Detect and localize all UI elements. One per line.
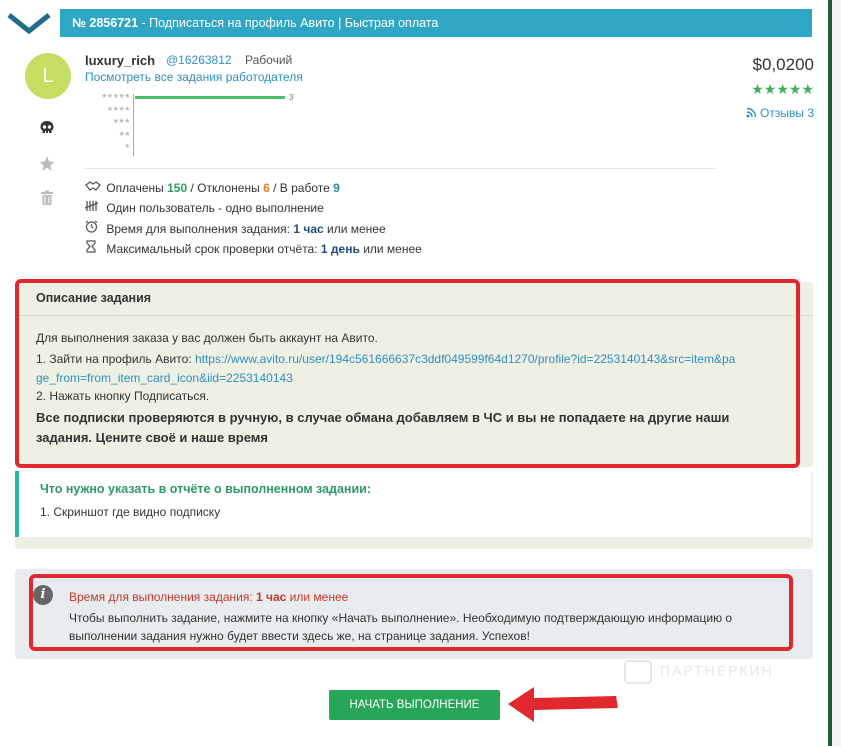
reviews-label: Отзывы 3: [760, 106, 814, 120]
in-work-count: 9: [333, 181, 340, 195]
report-title: Что нужно указать в отчёте о выполненном…: [40, 482, 372, 496]
start-task-button[interactable]: НАЧАТЬ ВЫПОЛНЕНИЕ: [329, 690, 500, 720]
watermark-text: ПАРТНЕРКИН: [660, 662, 774, 679]
employer-name[interactable]: luxury_rich: [85, 53, 155, 68]
hourglass-icon: [85, 240, 103, 256]
rating-row-bar: [135, 96, 285, 99]
scroll-strip: [832, 0, 841, 746]
view-employer-tasks-link[interactable]: Посмотреть все задания работодателя: [85, 70, 303, 84]
rating-row: ★★★★: [88, 105, 308, 116]
chevron-down-icon: [7, 13, 51, 35]
highlight-frame: [29, 574, 793, 651]
task-title: № 2856721 - Подписаться на профиль Авито…: [72, 16, 438, 30]
arrow-annotation: [508, 687, 618, 722]
stat-time: Время для выполнения задания: 1 час или …: [85, 220, 386, 236]
rating-row-stars: ★★★★: [106, 105, 131, 113]
rating-row-stars: ★★: [118, 130, 130, 138]
rating-row: ★★★★★ 3: [88, 92, 308, 103]
task-number: № 2856721: [72, 16, 139, 30]
in-work-label: В работе: [279, 181, 330, 195]
watermark-logo: [624, 660, 652, 684]
stat-check: Максимальный срок проверки отчёта: 1 ден…: [85, 240, 422, 256]
rating-row-count: 3: [289, 93, 294, 102]
rating-row: ★★: [88, 130, 308, 141]
rating-row-stars: ★★★★★: [101, 93, 130, 100]
report-card: [15, 471, 811, 537]
check-label: Максимальный срок проверки отчёта:: [106, 242, 318, 256]
stat-one-user: Один пользователь - одно выполнение: [84, 200, 324, 215]
task-header: № 2856721 - Подписаться на профиль Авито…: [0, 9, 812, 37]
handshake-icon: [85, 180, 103, 195]
avatar[interactable]: L: [25, 53, 71, 99]
separator: /: [269, 181, 280, 195]
time-label: Время для выполнения задания:: [106, 222, 290, 236]
reviews-link[interactable]: Отзывы 3: [746, 106, 814, 120]
one-user-text: Один пользователь - одно выполнение: [106, 201, 324, 215]
report-item: 1. Скриншот где видно подписку: [40, 505, 221, 519]
employer-status: Рабочий: [245, 53, 293, 67]
rating-row: ★: [88, 142, 308, 153]
header-chevron[interactable]: [0, 9, 60, 37]
rating-row-stars: ★★★: [112, 118, 131, 125]
task-title-text: - Подписаться на профиль Авито | Быстрая…: [138, 16, 439, 30]
separator: /: [187, 181, 198, 195]
task-price: $0,0200: [752, 55, 814, 74]
rejected-label: Отклонены: [197, 181, 260, 195]
star-icon[interactable]: [38, 155, 56, 176]
check-value: 1 день: [320, 242, 360, 256]
rss-icon: [746, 107, 756, 118]
highlight-frame: [15, 279, 800, 468]
rating-row: ★★★: [88, 117, 308, 128]
divider: [85, 168, 715, 169]
rejected-count: 6: [263, 181, 270, 195]
rating-row-stars: ★: [124, 143, 130, 150]
trash-icon[interactable]: [38, 189, 56, 210]
tally-icon: [84, 200, 103, 215]
rating-distribution: ★★★★★ 3 ★★★★ ★★★ ★★ ★: [88, 92, 308, 158]
check-suffix: или менее: [363, 242, 422, 256]
stat-counts: Оплачены 150 / Отклонены 6 / В работе 9: [85, 180, 340, 195]
employer-id[interactable]: @16263812: [166, 53, 232, 67]
paid-count: 150: [167, 181, 188, 195]
time-suffix: или менее: [327, 222, 386, 236]
time-value: 1 час: [293, 222, 324, 236]
watermark: ПАРТНЕРКИН: [624, 660, 774, 684]
alarm-clock-icon: [85, 220, 103, 236]
paid-label: Оплачены: [106, 181, 164, 195]
rating-stars: ★★★★★: [751, 81, 814, 97]
skull-icon[interactable]: [38, 119, 56, 140]
